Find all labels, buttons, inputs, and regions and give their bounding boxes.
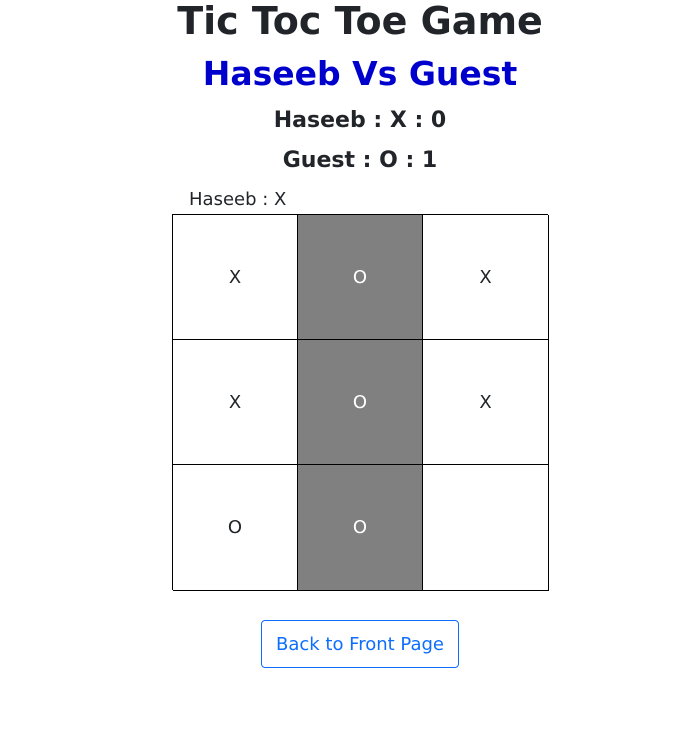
board-cell-4[interactable]: X — [173, 340, 298, 465]
current-turn-label: Haseeb : X — [189, 189, 287, 210]
match-title: Haseeb Vs Guest — [202, 54, 518, 93]
board-cell-1[interactable]: X — [173, 215, 298, 340]
board-cell-8[interactable]: O — [298, 465, 423, 591]
board-cell-5[interactable]: O — [298, 340, 423, 465]
game-board: X O X X O X O O — [172, 214, 549, 591]
back-to-front-page-button[interactable]: Back to Front Page — [261, 620, 459, 668]
game-title: Tic Toc Toe Game — [177, 0, 543, 43]
board-cell-2[interactable]: O — [298, 215, 423, 340]
board-cell-9[interactable] — [423, 465, 549, 591]
board-cell-7[interactable]: O — [173, 465, 298, 591]
board-cell-6[interactable]: X — [423, 340, 549, 465]
board-cell-3[interactable]: X — [423, 215, 549, 340]
player1-score: Haseeb : X : 0 — [273, 108, 447, 133]
player2-score: Guest : O : 1 — [282, 148, 438, 173]
